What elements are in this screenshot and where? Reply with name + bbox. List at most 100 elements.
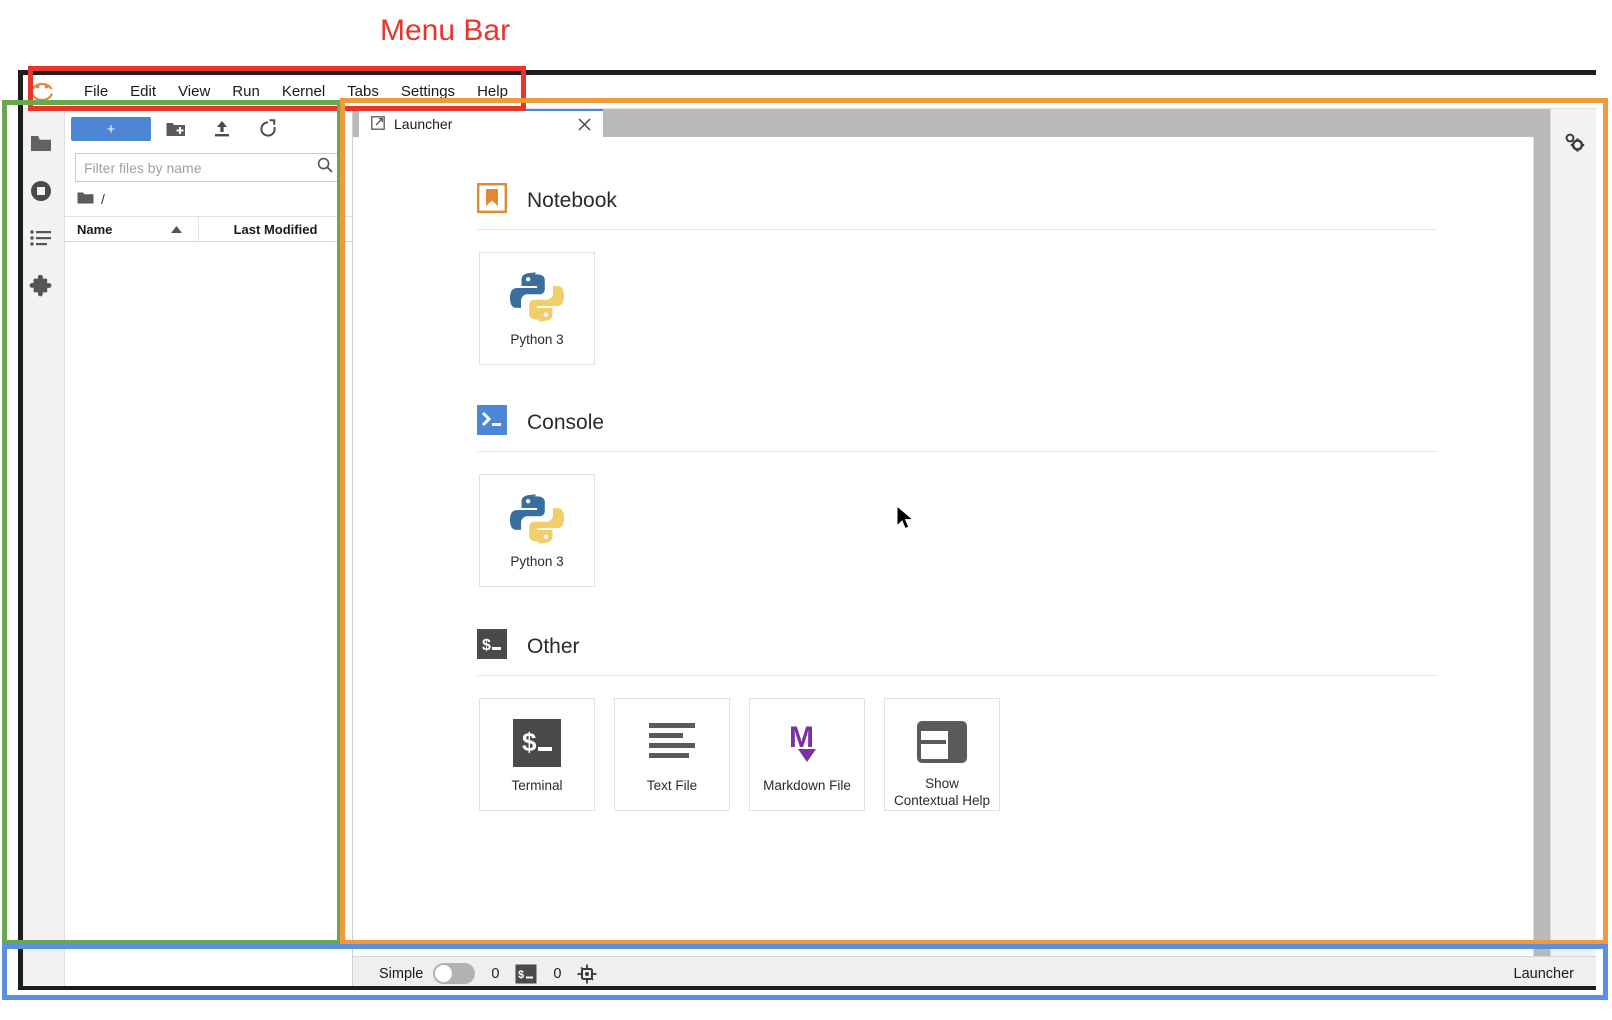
launch-card-markdown-file[interactable]: M Markdown File — [749, 698, 865, 811]
launch-card-terminal[interactable]: $ Terminal — [479, 698, 595, 811]
card-row-notebook: Python 3 — [477, 230, 1527, 365]
new-folder-icon[interactable] — [155, 115, 197, 143]
close-icon[interactable] — [575, 115, 593, 133]
text-file-icon — [647, 712, 697, 774]
right-sidebar-rail — [1550, 109, 1596, 956]
card-row-other: $ Terminal — [477, 676, 1527, 811]
status-bar-left: Simple 0 $ 0 — [379, 963, 597, 984]
launch-card-console-python3[interactable]: Python 3 — [479, 474, 595, 587]
menu-item-edit[interactable]: Edit — [119, 80, 167, 103]
folder-icon — [77, 191, 94, 208]
launch-card-label: Text File — [643, 778, 701, 795]
jupyterlab-window: File Edit View Run Kernel Tabs Settings … — [18, 70, 1596, 990]
column-header-name-label: Name — [77, 222, 112, 237]
menu-item-file[interactable]: File — [73, 80, 119, 103]
launcher-panel: Notebook — [353, 137, 1534, 956]
breadcrumb[interactable]: / — [65, 182, 352, 216]
tab-launcher-label: Launcher — [394, 116, 566, 132]
breadcrumb-root[interactable]: / — [101, 191, 105, 207]
section-header-notebook: Notebook — [477, 183, 1527, 229]
terminal-icon: $ — [512, 712, 562, 774]
launch-card-label: Python 3 — [506, 332, 567, 349]
python-logo-icon — [508, 488, 566, 550]
column-header-last-modified[interactable]: Last Modified — [199, 217, 352, 241]
screenshot-root: Menu Bar Collapsible Sidebar Workspace A… — [0, 0, 1612, 1020]
launch-card-contextual-help[interactable]: Show Contextual Help — [884, 698, 1000, 811]
status-active-item[interactable]: Launcher — [1514, 966, 1574, 982]
simple-mode-toggle[interactable]: Simple — [379, 963, 475, 984]
refresh-icon[interactable] — [247, 115, 289, 143]
vertical-scrollbar[interactable] — [1534, 109, 1550, 956]
section-title-notebook: Notebook — [527, 189, 617, 213]
workspace-area: Launcher — [353, 109, 1596, 990]
new-launcher-button[interactable]: + — [71, 117, 151, 141]
launch-card-label: Terminal — [507, 778, 566, 795]
section-header-console: Console — [477, 405, 1527, 451]
section-title-console: Console — [527, 411, 604, 435]
file-browser-toolbar: + — [65, 109, 352, 149]
menu-item-tabs[interactable]: Tabs — [336, 80, 390, 103]
column-header-name[interactable]: Name — [65, 217, 199, 241]
launch-card-notebook-python3[interactable]: Python 3 — [479, 252, 595, 365]
card-row-console: Python 3 — [477, 452, 1527, 587]
launch-card-label: Show Contextual Help — [890, 776, 994, 810]
kernel-chip-icon[interactable] — [577, 964, 597, 984]
svg-text:$: $ — [482, 637, 491, 654]
launch-card-label: Markdown File — [759, 778, 855, 795]
app-body: + — [18, 109, 1596, 990]
terminal-icon[interactable]: $ — [515, 964, 537, 984]
sidebar-item-running-sessions[interactable] — [19, 167, 64, 215]
terminal-prompt-icon: $ — [477, 629, 507, 664]
file-list-header: Name Last Modified — [65, 216, 352, 242]
markdown-icon: M — [782, 712, 832, 774]
upload-icon[interactable] — [201, 115, 243, 143]
menu-item-help[interactable]: Help — [466, 80, 519, 103]
left-sidebar-rail — [18, 109, 65, 990]
section-title-other: Other — [527, 635, 580, 659]
console-prompt-icon — [477, 405, 507, 440]
svg-text:$: $ — [518, 969, 524, 981]
window-bottom-edge — [18, 986, 1596, 990]
dock-panel: Launcher — [353, 109, 1534, 956]
kernel-count[interactable]: 0 — [491, 966, 499, 982]
status-bar: Simple 0 $ 0 — [353, 956, 1596, 990]
window-left-edge — [18, 70, 23, 990]
notebook-bookmark-icon — [477, 183, 507, 218]
sidebar-item-file-browser[interactable] — [19, 119, 64, 167]
jupyter-logo-icon[interactable] — [25, 79, 59, 105]
menu-item-settings[interactable]: Settings — [390, 80, 466, 103]
menu-items: File Edit View Run Kernel Tabs Settings … — [73, 80, 519, 103]
launch-card-text-file[interactable]: Text File — [614, 698, 730, 811]
contextual-help-icon — [917, 712, 967, 772]
sidebar-item-extension-manager[interactable] — [19, 263, 64, 311]
terminal-count[interactable]: 0 — [553, 966, 561, 982]
toggle-switch[interactable] — [433, 963, 475, 984]
property-inspector-gears-icon[interactable] — [1551, 118, 1596, 166]
simple-mode-label: Simple — [379, 966, 423, 982]
annotation-label-menu-bar: Menu Bar — [380, 14, 510, 48]
launcher-section-notebook: Notebook — [477, 183, 1527, 365]
file-list[interactable] — [65, 242, 352, 990]
workspace-inner: Launcher — [353, 109, 1596, 956]
launch-card-label: Python 3 — [506, 554, 567, 571]
launcher-section-console: Console — [477, 405, 1527, 587]
menu-item-kernel[interactable]: Kernel — [271, 80, 336, 103]
filter-files-input[interactable] — [84, 160, 317, 176]
launcher-icon — [371, 116, 385, 133]
sidebar-item-command-palette[interactable] — [19, 215, 64, 263]
launcher-section-other: $ Other — [477, 629, 1527, 811]
menu-item-view[interactable]: View — [167, 80, 221, 103]
file-filter-field[interactable] — [75, 153, 342, 182]
search-icon[interactable] — [317, 157, 333, 178]
mouse-cursor — [896, 505, 916, 538]
python-logo-icon — [508, 266, 566, 328]
section-header-other: $ Other — [477, 629, 1527, 675]
menu-bar: File Edit View Run Kernel Tabs Settings … — [18, 75, 1596, 109]
tab-bar: Launcher — [353, 109, 1534, 137]
column-header-last-modified-label: Last Modified — [234, 222, 318, 237]
file-browser-panel: + — [65, 109, 353, 990]
tab-launcher[interactable]: Launcher — [359, 109, 603, 137]
sort-ascending-icon — [171, 222, 182, 237]
svg-text:$: $ — [522, 727, 537, 757]
menu-item-run[interactable]: Run — [221, 80, 271, 103]
